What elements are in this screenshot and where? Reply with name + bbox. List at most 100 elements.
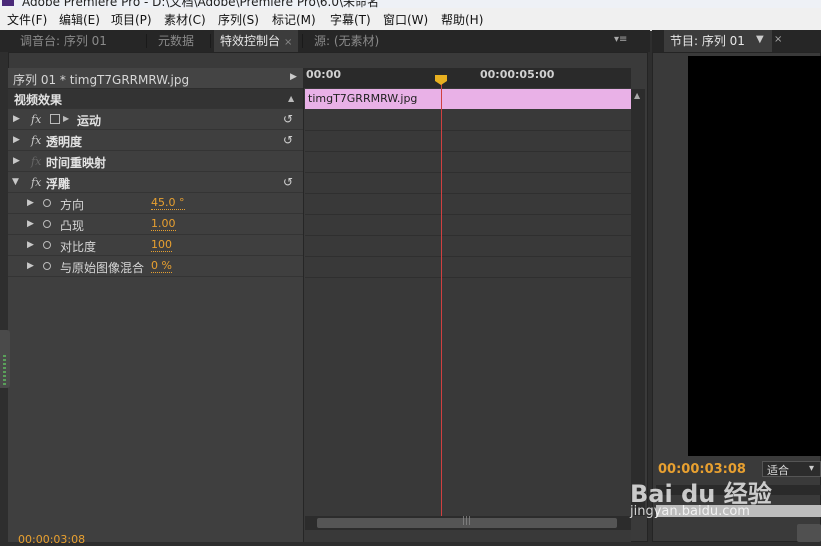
tab-divider	[210, 34, 211, 48]
tab-source[interactable]: 源: (无素材)	[308, 30, 408, 52]
menu-marker[interactable]: 标记(M)	[272, 11, 316, 28]
title-bar: Adobe Premiere Pro - D:\文档\Adobe\Premier…	[0, 0, 821, 8]
tab-label: 调音台: 序列 01	[20, 34, 107, 48]
horizontal-scrollbar[interactable]: |||	[305, 516, 631, 530]
stopwatch-icon[interactable]	[43, 241, 51, 249]
fx-icon[interactable]: fx	[31, 113, 41, 126]
expand-triangle-icon[interactable]: ▶	[27, 261, 34, 271]
tab-audio-mixer[interactable]: 调音台: 序列 01	[14, 30, 142, 52]
fx-icon[interactable]: fx	[31, 134, 41, 147]
playhead-line[interactable]	[441, 80, 442, 516]
param-value[interactable]: 45.0 °	[151, 197, 185, 210]
menu-clip[interactable]: 素材(C)	[164, 11, 206, 28]
param-value[interactable]: 0 %	[151, 260, 172, 273]
panel-tab-strip: 调音台: 序列 01 元数据 特效控制台 × 源: (无素材) ▾≡	[0, 30, 650, 52]
param-label: 对比度	[60, 240, 97, 254]
section-label: 视频效果	[14, 93, 63, 107]
clip-bar[interactable]: timgT7GRRMRW.jpg	[305, 89, 631, 109]
clip-name: timgT7GRRMRW.jpg	[308, 92, 418, 105]
play-triangle-icon[interactable]: ▶	[290, 72, 297, 82]
tab-label: 节目: 序列 01	[670, 34, 745, 48]
motion-transform-icon[interactable]	[50, 114, 60, 124]
program-control-button[interactable]	[797, 524, 821, 542]
reset-icon[interactable]: ↺	[283, 133, 293, 147]
expanded-triangle-icon[interactable]: ▼	[12, 177, 19, 187]
expand-triangle-icon[interactable]: ▶	[27, 240, 34, 250]
source-clip-row[interactable]: 序列 01 * timgT7GRRMRW.jpg ▶	[8, 68, 303, 89]
tab-label: 特效控制台	[220, 34, 281, 48]
ruler-tick-label: 00:00:05:00	[480, 68, 555, 81]
program-tab-strip: 节目: 序列 01 ▼ ×	[652, 30, 821, 52]
param-row-contrast: ▶ 对比度 100	[8, 236, 303, 256]
reset-icon[interactable]: ↺	[283, 175, 293, 189]
param-value[interactable]: 1.00	[151, 218, 176, 231]
expand-triangle-icon[interactable]: ▶	[13, 156, 20, 166]
effect-row-time-remap[interactable]: ▶ fx 时间重映射	[8, 152, 303, 172]
tab-metadata[interactable]: 元数据	[152, 30, 208, 52]
vertical-scrollbar[interactable]: ▲	[631, 89, 645, 516]
param-label: 方向	[60, 198, 85, 212]
effect-row-motion[interactable]: ▶ fx ▶ 运动 ↺	[8, 110, 303, 130]
stopwatch-icon[interactable]	[43, 220, 51, 228]
menu-help[interactable]: 帮助(H)	[441, 11, 483, 28]
source-clip-label: 序列 01 * timgT7GRRMRW.jpg	[13, 73, 190, 87]
tab-effect-controls[interactable]: 特效控制台 ×	[214, 30, 298, 52]
timeline-row-divider	[305, 193, 631, 194]
watermark-url: jingyan.baidu.com	[630, 504, 750, 519]
edge-collapse-handle[interactable]	[0, 330, 10, 388]
effect-label: 运动	[77, 114, 102, 128]
scroll-grip-icon: |||	[462, 516, 472, 526]
effect-list: 序列 01 * timgT7GRRMRW.jpg ▶ 视频效果 ▲ ▶ fx ▶…	[8, 68, 303, 542]
expand-triangle-icon[interactable]: ▶	[13, 135, 20, 145]
video-effects-header: 视频效果 ▲	[8, 89, 303, 109]
menu-file[interactable]: 文件(F)	[7, 11, 47, 28]
level-meter-icon	[3, 355, 6, 385]
dropdown-arrow-icon[interactable]: ▼	[756, 34, 764, 45]
reset-icon[interactable]: ↺	[283, 112, 293, 126]
tab-divider	[146, 34, 147, 48]
expand-triangle-icon[interactable]: ▶	[13, 114, 20, 124]
timeline-row-divider	[305, 235, 631, 236]
param-label: 与原始图像混合	[60, 261, 145, 275]
program-video-display	[688, 56, 821, 456]
fx-icon[interactable]: fx	[31, 176, 41, 189]
timeline-row-divider	[305, 130, 631, 131]
premiere-app-icon	[2, 0, 14, 6]
timeline-row-divider	[305, 214, 631, 215]
baidu-jingyan-watermark: Bai du 经验 jingyan.baidu.com	[630, 474, 820, 524]
tab-divider	[302, 34, 303, 48]
menu-window[interactable]: 窗口(W)	[383, 11, 428, 28]
close-icon[interactable]: ×	[774, 34, 782, 45]
menu-project[interactable]: 项目(P)	[111, 11, 152, 28]
effect-row-opacity[interactable]: ▶ fx 透明度 ↺	[8, 131, 303, 151]
effect-label: 时间重映射	[46, 156, 107, 170]
dropdown-arrow-icon[interactable]: ▾	[809, 463, 814, 474]
menu-title[interactable]: 字幕(T)	[330, 11, 371, 28]
stopwatch-icon[interactable]	[43, 262, 51, 270]
close-icon[interactable]: ×	[284, 37, 292, 48]
menu-sequence[interactable]: 序列(S)	[218, 11, 259, 28]
menu-edit[interactable]: 编辑(E)	[59, 11, 100, 28]
expand-triangle-icon[interactable]: ▶	[27, 219, 34, 229]
expand-triangle-icon[interactable]: ▶	[27, 198, 34, 208]
motion-arrow-icon: ▶	[63, 114, 70, 123]
ruler-tick-label: 00:00	[306, 68, 342, 81]
timeline-row-divider	[305, 277, 631, 278]
param-row-blend: ▶ 与原始图像混合 0 %	[8, 257, 303, 277]
window-title: Adobe Premiere Pro - D:\文档\Adobe\Premier…	[22, 0, 380, 8]
collapse-up-icon[interactable]: ▲	[288, 94, 294, 103]
menu-bar: 文件(F) 编辑(E) 项目(P) 素材(C) 序列(S) 标记(M) 字幕(T…	[0, 8, 821, 31]
param-value[interactable]: 100	[151, 239, 172, 252]
time-ruler[interactable]: 00:00 00:00:05:00	[303, 68, 631, 88]
effect-label: 浮雕	[46, 177, 71, 191]
tab-label: 源: (无素材)	[314, 34, 380, 48]
effect-row-emboss[interactable]: ▼ fx 浮雕 ↺	[8, 173, 303, 193]
param-label: 凸现	[60, 219, 85, 233]
timeline-row-divider	[305, 151, 631, 152]
scroll-up-icon[interactable]: ▲	[634, 91, 640, 100]
stopwatch-icon[interactable]	[43, 199, 51, 207]
fx-icon: fx	[31, 155, 42, 168]
keyframe-timeline[interactable]	[303, 68, 631, 542]
panel-menu-icon[interactable]: ▾≡	[614, 34, 627, 45]
current-timecode[interactable]: 00:00:03:08	[18, 533, 85, 546]
